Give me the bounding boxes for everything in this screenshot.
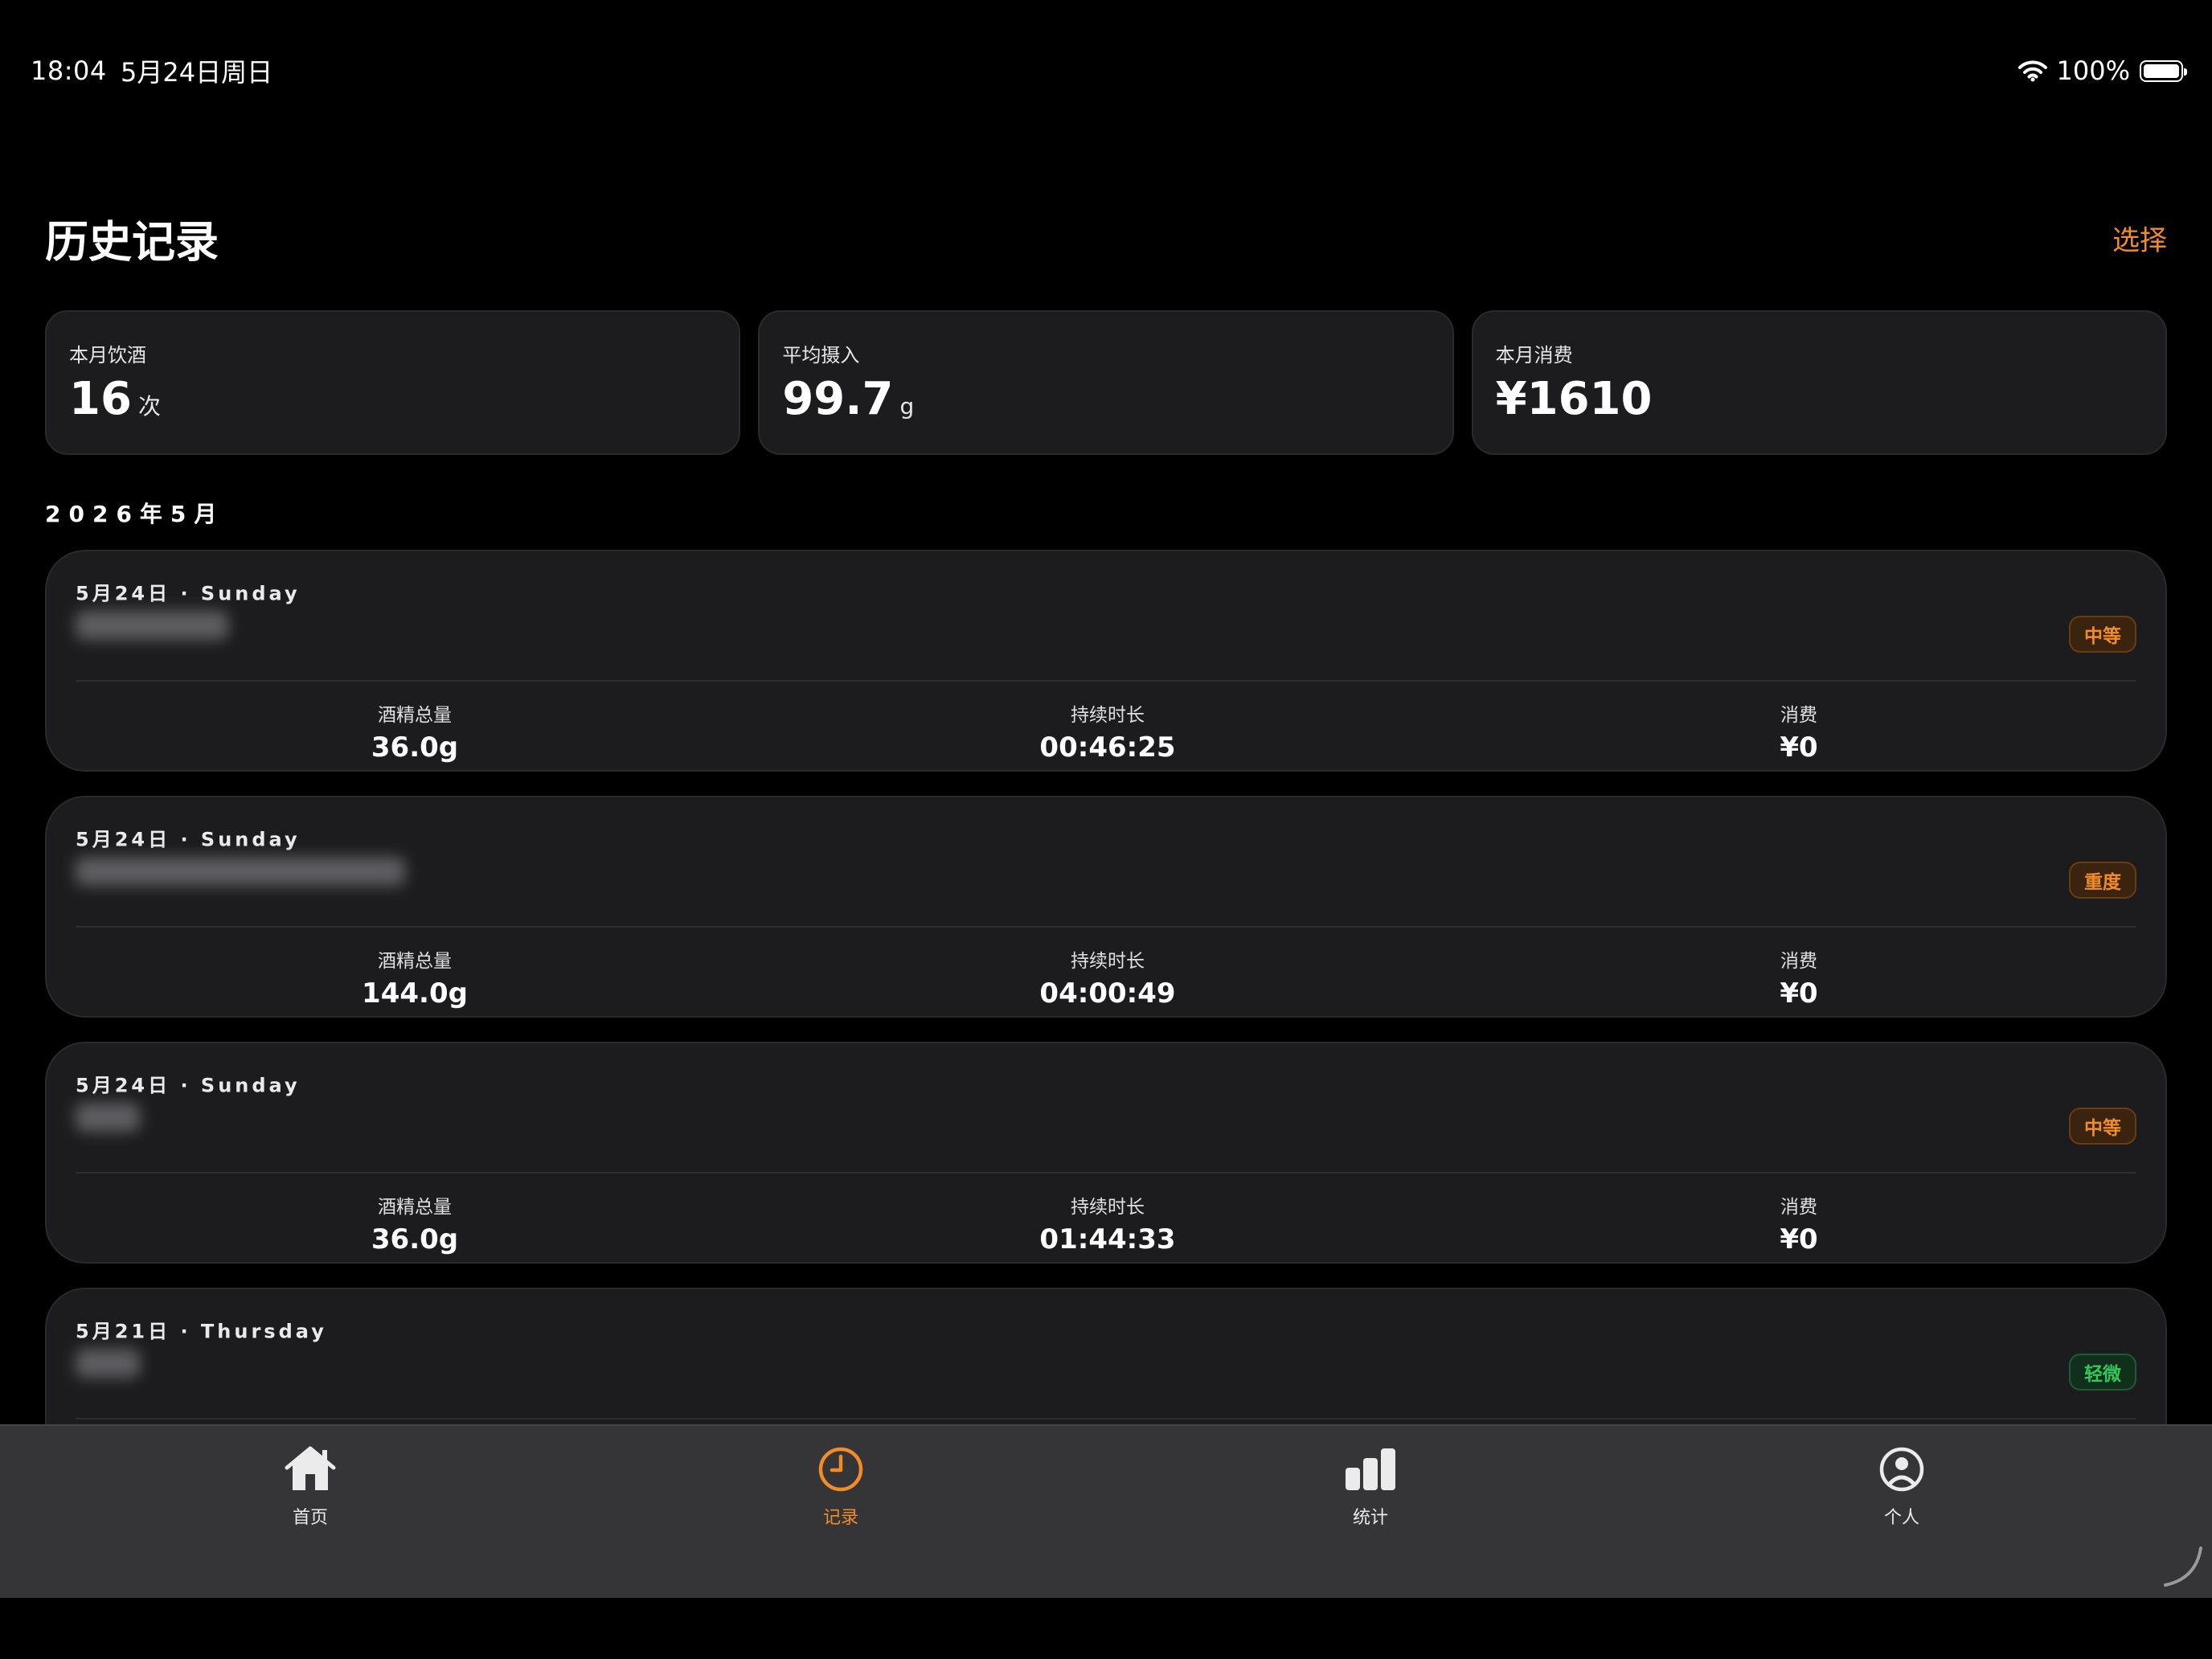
stat-alcohol: 酒精总量 144.0g xyxy=(362,928,468,1010)
stat-cost: 消费 ¥0 xyxy=(1780,682,1817,764)
record-card[interactable]: 5月24日 · Sunday 中等 酒精总量 36.0g 持续时长 00:46:… xyxy=(45,550,2167,772)
summary-unit: 次 xyxy=(137,393,161,420)
record-date: 5月24日 · Sunday xyxy=(76,582,301,605)
summary-number: 16 xyxy=(69,373,132,425)
stat-label: 持续时长 xyxy=(1070,951,1145,972)
tab-label: 统计 xyxy=(1352,1508,1388,1528)
level-badge: 重度 xyxy=(2069,862,2136,899)
stat-value: 144.0g xyxy=(362,977,468,1010)
month-heading: 2026年5月 xyxy=(45,501,225,527)
stat-duration: 持续时长 01:44:33 xyxy=(1039,1174,1175,1256)
status-bar: 18:04 5月24日周日 100% xyxy=(0,0,2212,88)
summary-label: 平均摄入 xyxy=(782,344,860,367)
summary-card-monthly-cost: 本月消费 ¥1610 xyxy=(1471,310,2167,455)
person-circle-icon xyxy=(1879,1447,1924,1492)
tab-label: 首页 xyxy=(292,1508,328,1528)
stat-value: ¥0 xyxy=(1780,1223,1818,1256)
record-date: 5月24日 · Sunday xyxy=(76,1074,301,1097)
record-list[interactable]: 5月24日 · Sunday 中等 酒精总量 36.0g 持续时长 00:46:… xyxy=(45,550,2167,1534)
bar-chart-icon xyxy=(1346,1448,1395,1490)
status-date: 5月24日周日 xyxy=(121,57,273,88)
tab-label: 记录 xyxy=(822,1508,858,1528)
level-badge: 轻微 xyxy=(2069,1354,2136,1391)
record-note-redacted xyxy=(76,1103,140,1132)
stat-alcohol: 酒精总量 36.0g xyxy=(371,1174,458,1256)
summary-row: 本月饮酒 16 次 平均摄入 99.7 g 本月消费 ¥1610 xyxy=(45,310,2167,455)
summary-card-monthly-drinks: 本月饮酒 16 次 xyxy=(45,310,741,455)
stat-duration: 持续时长 00:46:25 xyxy=(1039,682,1175,764)
tab-home[interactable]: 首页 xyxy=(214,1426,407,1529)
battery-icon xyxy=(2140,59,2187,82)
summary-card-average-intake: 平均摄入 99.7 g xyxy=(758,310,1454,455)
stat-value: 36.0g xyxy=(371,731,459,764)
stat-value: 01:44:33 xyxy=(1039,1223,1176,1256)
record-card[interactable]: 5月24日 · Sunday 重度 酒精总量 144.0g 持续时长 04:00… xyxy=(45,796,2167,1018)
record-note-redacted xyxy=(76,1349,140,1378)
tab-profile[interactable]: 个人 xyxy=(1805,1426,1998,1529)
battery-percent: 100% xyxy=(2056,55,2130,86)
stat-label: 消费 xyxy=(1780,951,1817,972)
summary-unit: g xyxy=(899,393,915,420)
record-note-redacted xyxy=(76,857,405,886)
summary-number: 99.7 xyxy=(782,373,894,425)
stat-label: 持续时长 xyxy=(1070,705,1145,726)
summary-value: 99.7 g xyxy=(782,373,914,425)
stat-value: 04:00:49 xyxy=(1039,977,1176,1010)
summary-label: 本月饮酒 xyxy=(69,344,146,367)
tab-bar: 首页 记录 统计 个人 xyxy=(0,1424,2212,1600)
clock-icon xyxy=(818,1447,863,1492)
tab-label: 个人 xyxy=(1883,1508,1919,1528)
level-badge: 中等 xyxy=(2069,1108,2136,1145)
summary-value: 16 次 xyxy=(69,373,161,425)
stat-label: 酒精总量 xyxy=(377,951,452,972)
status-time: 18:04 xyxy=(31,55,107,86)
select-button[interactable]: 选择 xyxy=(2112,219,2167,258)
stat-label: 消费 xyxy=(1780,1197,1817,1218)
stat-value: ¥0 xyxy=(1780,731,1818,764)
summary-value: ¥1610 xyxy=(1496,373,1653,425)
record-stats: 酒精总量 36.0g 持续时长 00:46:25 消费 ¥0 xyxy=(47,682,2165,770)
record-note-redacted xyxy=(76,611,228,640)
record-stats: 酒精总量 36.0g 持续时长 01:44:33 消费 ¥0 xyxy=(47,1174,2165,1262)
stat-label: 消费 xyxy=(1780,705,1817,726)
house-icon xyxy=(285,1446,336,1490)
stat-alcohol: 酒精总量 36.0g xyxy=(371,682,458,764)
status-indicators: 100% xyxy=(2017,55,2187,86)
battery-fill xyxy=(2144,63,2179,78)
page-title: 历史记录 xyxy=(45,216,219,268)
stat-cost: 消费 ¥0 xyxy=(1780,1174,1817,1256)
record-stats: 酒精总量 144.0g 持续时长 04:00:49 消费 ¥0 xyxy=(47,928,2165,1016)
battery-cap xyxy=(2184,68,2187,76)
stat-value: ¥0 xyxy=(1780,977,1818,1010)
wifi-icon xyxy=(2017,60,2047,82)
stat-value: 36.0g xyxy=(371,1223,459,1256)
record-card[interactable]: 5月24日 · Sunday 中等 酒精总量 36.0g 持续时长 01:44:… xyxy=(45,1042,2167,1264)
summary-label: 本月消费 xyxy=(1495,344,1573,367)
summary-number: ¥1610 xyxy=(1495,373,1653,425)
stat-label: 酒精总量 xyxy=(377,1197,452,1218)
stat-value: 00:46:25 xyxy=(1039,731,1176,764)
level-badge: 中等 xyxy=(2069,616,2136,653)
stat-cost: 消费 ¥0 xyxy=(1780,928,1817,1010)
stat-duration: 持续时长 04:00:49 xyxy=(1039,928,1175,1010)
record-date: 5月24日 · Sunday xyxy=(76,828,301,851)
bottom-band xyxy=(0,1598,2212,1659)
tab-stats[interactable]: 统计 xyxy=(1274,1426,1467,1529)
stat-label: 持续时长 xyxy=(1070,1197,1145,1218)
tab-records[interactable]: 记录 xyxy=(744,1426,937,1529)
record-divider xyxy=(76,1418,2136,1419)
stat-label: 酒精总量 xyxy=(377,705,452,726)
record-date: 5月21日 · Thursday xyxy=(76,1320,327,1343)
window-resize-handle-icon[interactable] xyxy=(2159,1543,2204,1588)
